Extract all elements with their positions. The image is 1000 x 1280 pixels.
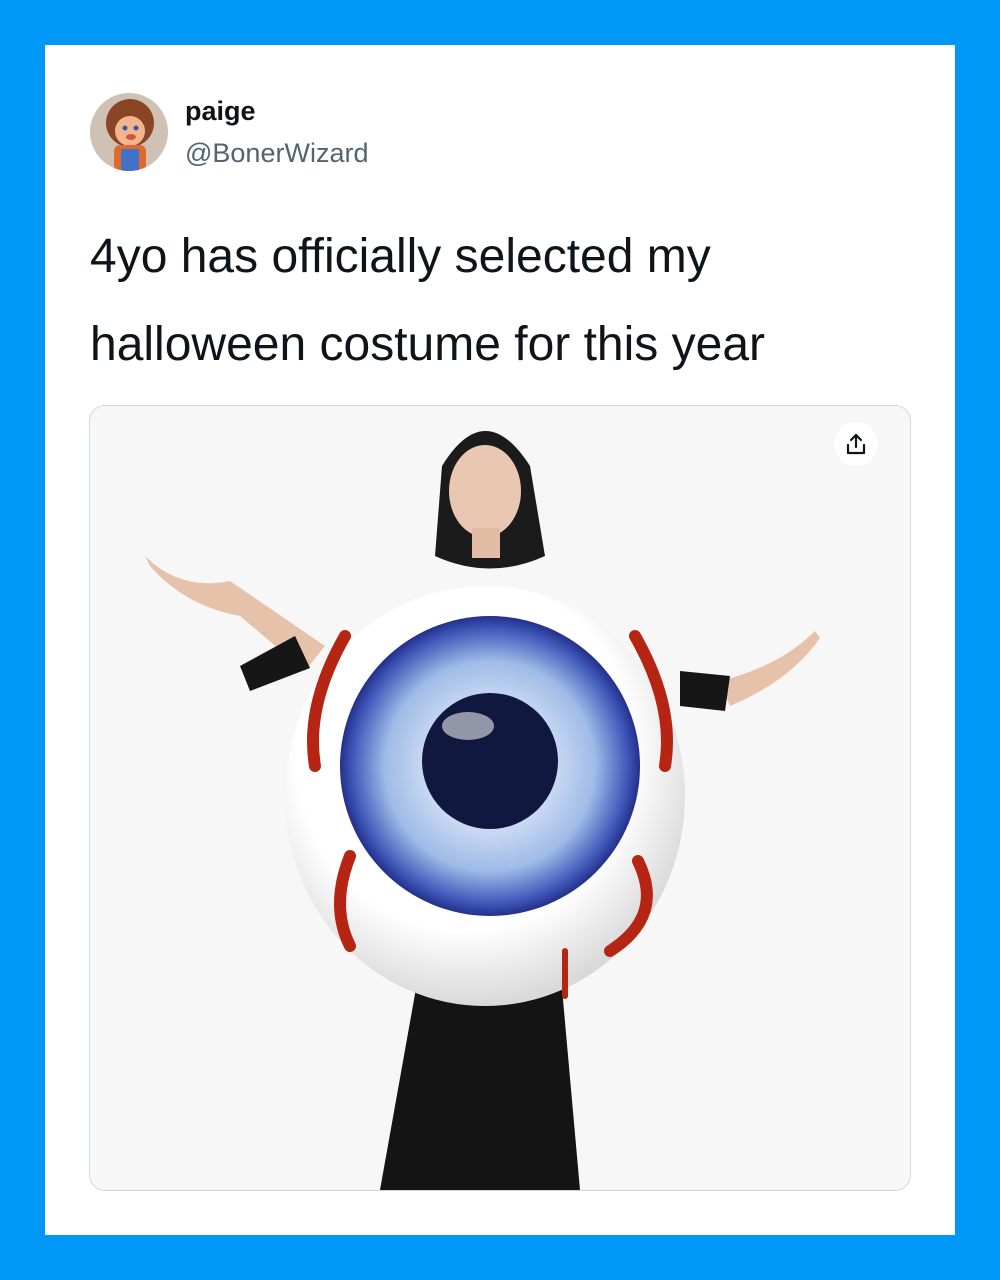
share-icon: [846, 433, 866, 455]
tweet-media[interactable]: [89, 405, 911, 1191]
tweet-header: paige @BonerWizard: [90, 93, 368, 171]
user-handle[interactable]: @BonerWizard: [185, 136, 368, 170]
share-button[interactable]: [834, 422, 878, 466]
display-name[interactable]: paige: [185, 94, 368, 128]
tweet-card: paige @BonerWizard 4yo has officially se…: [45, 45, 955, 1235]
costume-photo: [90, 406, 910, 1190]
tweet-text: 4yo has officially selected my halloween…: [90, 230, 765, 371]
user-names: paige @BonerWizard: [185, 94, 368, 170]
avatar-icon: [90, 93, 168, 171]
avatar[interactable]: [90, 93, 168, 171]
